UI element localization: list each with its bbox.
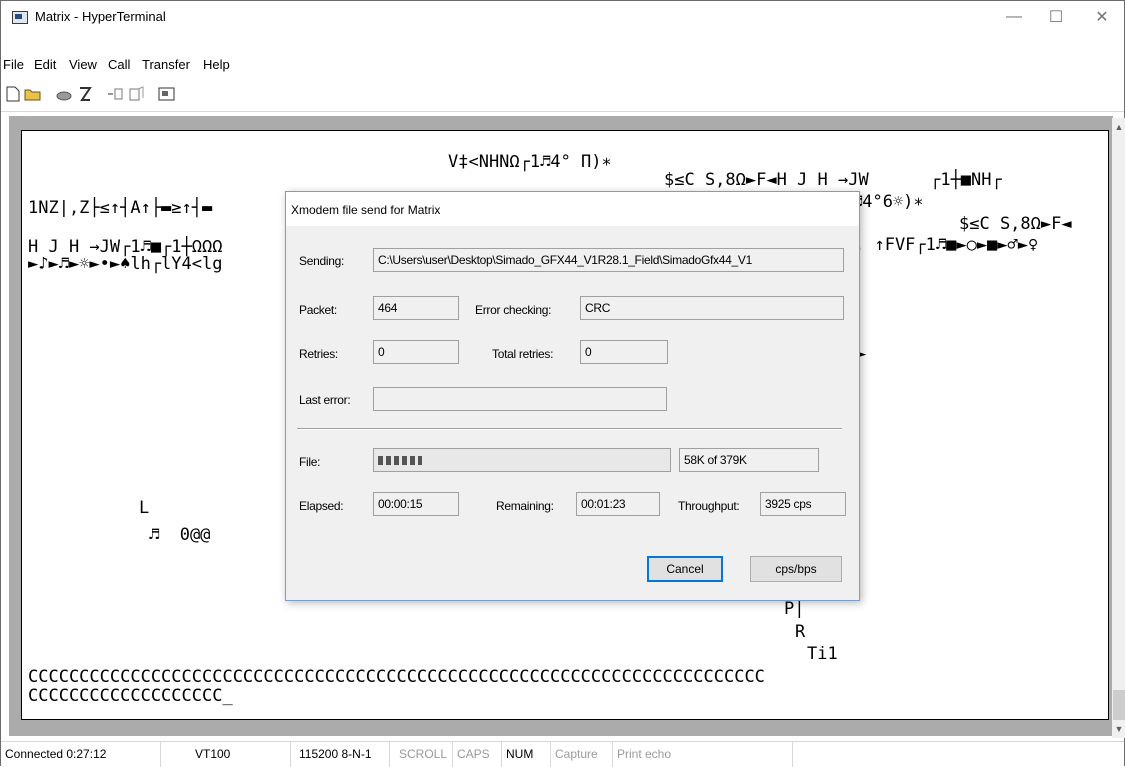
- terminal-line: L: [139, 498, 150, 518]
- status-num: NUM: [502, 742, 551, 767]
- last-error-label: Last error:: [299, 393, 351, 407]
- hyperterminal-window: Matrix - HyperTerminal — ☐ ✕ File Edit V…: [0, 0, 1125, 767]
- status-emulation: VT100: [191, 742, 291, 767]
- maximize-button[interactable]: ☐: [1033, 1, 1079, 33]
- menu-transfer[interactable]: Transfer: [142, 57, 190, 72]
- menu-file[interactable]: File: [3, 57, 24, 72]
- terminal-line: V‡<NHNΩ┌1♬4° Π)∗: [448, 152, 612, 172]
- elapsed-label: Elapsed:: [299, 499, 344, 513]
- dialog-title-bar[interactable]: Xmodem file send for Matrix: [286, 192, 859, 226]
- packet-label: Packet:: [299, 303, 337, 317]
- terminal-line: CCCCCCCCCCCCCCCCCCC_: [28, 686, 233, 706]
- terminal-line: ♬4°6☼)∗: [852, 192, 924, 212]
- sending-label: Sending:: [299, 254, 344, 268]
- dialog-separator: [297, 428, 842, 430]
- elapsed-field: 00:00:15: [373, 492, 459, 516]
- scroll-up-icon[interactable]: ▲: [1112, 120, 1125, 134]
- title-bar[interactable]: Matrix - HyperTerminal — ☐ ✕: [1, 1, 1124, 33]
- properties-icon[interactable]: [158, 86, 176, 104]
- error-checking-field: CRC: [580, 296, 844, 320]
- menu-call[interactable]: Call: [108, 57, 130, 72]
- file-progress-bar: [373, 448, 671, 472]
- throughput-label: Throughput:: [678, 499, 740, 513]
- toolbar: [1, 81, 1124, 112]
- terminal-line: CCCCCCCCCCCCCCCCCCCCCCCCCCCCCCCCCCCCCCCC…: [28, 667, 765, 687]
- terminal-line: Ti1: [807, 644, 838, 664]
- window-title: Matrix - HyperTerminal: [35, 9, 166, 24]
- menu-edit[interactable]: Edit: [34, 57, 56, 72]
- send-file-icon[interactable]: [107, 86, 125, 104]
- new-connection-icon[interactable]: [4, 86, 22, 104]
- sending-field: C:\Users\user\Desktop\Simado_GFX44_V1R28…: [373, 248, 844, 272]
- total-retries-field: 0: [580, 340, 668, 364]
- terminal-line: $≤C S,8Ω►F◄H J H →JW ┌1┼■NH┌: [664, 170, 1002, 190]
- last-error-field: [373, 387, 667, 411]
- status-connected: Connected 0:27:12: [1, 742, 161, 767]
- disconnect-icon[interactable]: [76, 86, 94, 104]
- status-bar: Connected 0:27:12 VT100 115200 8-N-1 SCR…: [1, 741, 1124, 767]
- minimize-button[interactable]: —: [991, 1, 1037, 33]
- status-print-echo: Print echo: [613, 742, 793, 767]
- status-settings: 115200 8-N-1: [295, 742, 390, 767]
- packet-field: 464: [373, 296, 459, 320]
- error-checking-label: Error checking:: [475, 303, 552, 317]
- close-button[interactable]: ✕: [1079, 1, 1125, 33]
- scroll-down-icon[interactable]: ▼: [1112, 722, 1125, 736]
- menu-view[interactable]: View: [69, 57, 97, 72]
- status-capture: Capture: [551, 742, 613, 767]
- vertical-scrollbar[interactable]: ▲ ▼: [1112, 118, 1125, 738]
- terminal-line: . ↑FVF┌1♬■►○►■►♂►♀: [854, 235, 1039, 255]
- terminal-line: R: [795, 622, 806, 642]
- file-size-field: 58K of 379K: [679, 448, 819, 472]
- terminal-line: ►♪►♬►☼►•►♠lh┌lY4<lg: [28, 254, 223, 274]
- throughput-field: 3925 cps: [760, 492, 846, 516]
- terminal-line: ♬ 0@@: [149, 525, 211, 545]
- hyperterminal-app-icon[interactable]: [12, 11, 28, 24]
- status-scroll: SCROLL: [395, 742, 453, 767]
- file-progress-fill: [378, 456, 422, 465]
- remaining-field: 00:01:23: [576, 492, 660, 516]
- dialog-title: Xmodem file send for Matrix: [291, 203, 441, 217]
- terminal-line: $≤C S,8Ω►F◄: [959, 214, 1072, 234]
- remaining-label: Remaining:: [496, 499, 554, 513]
- call-icon[interactable]: [55, 86, 73, 104]
- status-caps: CAPS: [453, 742, 502, 767]
- xmodem-send-dialog: Xmodem file send for Matrix Sending: C:\…: [285, 191, 860, 601]
- cps-bps-button[interactable]: cps/bps: [750, 556, 842, 582]
- terminal-line: 1NZ|,Z├≤↑┤A↑├▬≥↑┤▬: [28, 198, 213, 218]
- total-retries-label: Total retries:: [492, 347, 554, 361]
- cancel-button[interactable]: Cancel: [647, 556, 723, 582]
- file-label: File:: [299, 455, 321, 469]
- menu-bar: File Edit View Call Transfer Help: [1, 54, 1124, 76]
- scroll-thumb[interactable]: [1113, 690, 1125, 720]
- menu-help[interactable]: Help: [203, 57, 230, 72]
- terminal-line: P|: [784, 599, 805, 619]
- retries-label: Retries:: [299, 347, 338, 361]
- receive-file-icon[interactable]: [128, 86, 146, 104]
- retries-field: 0: [373, 340, 459, 364]
- open-icon[interactable]: [24, 86, 42, 104]
